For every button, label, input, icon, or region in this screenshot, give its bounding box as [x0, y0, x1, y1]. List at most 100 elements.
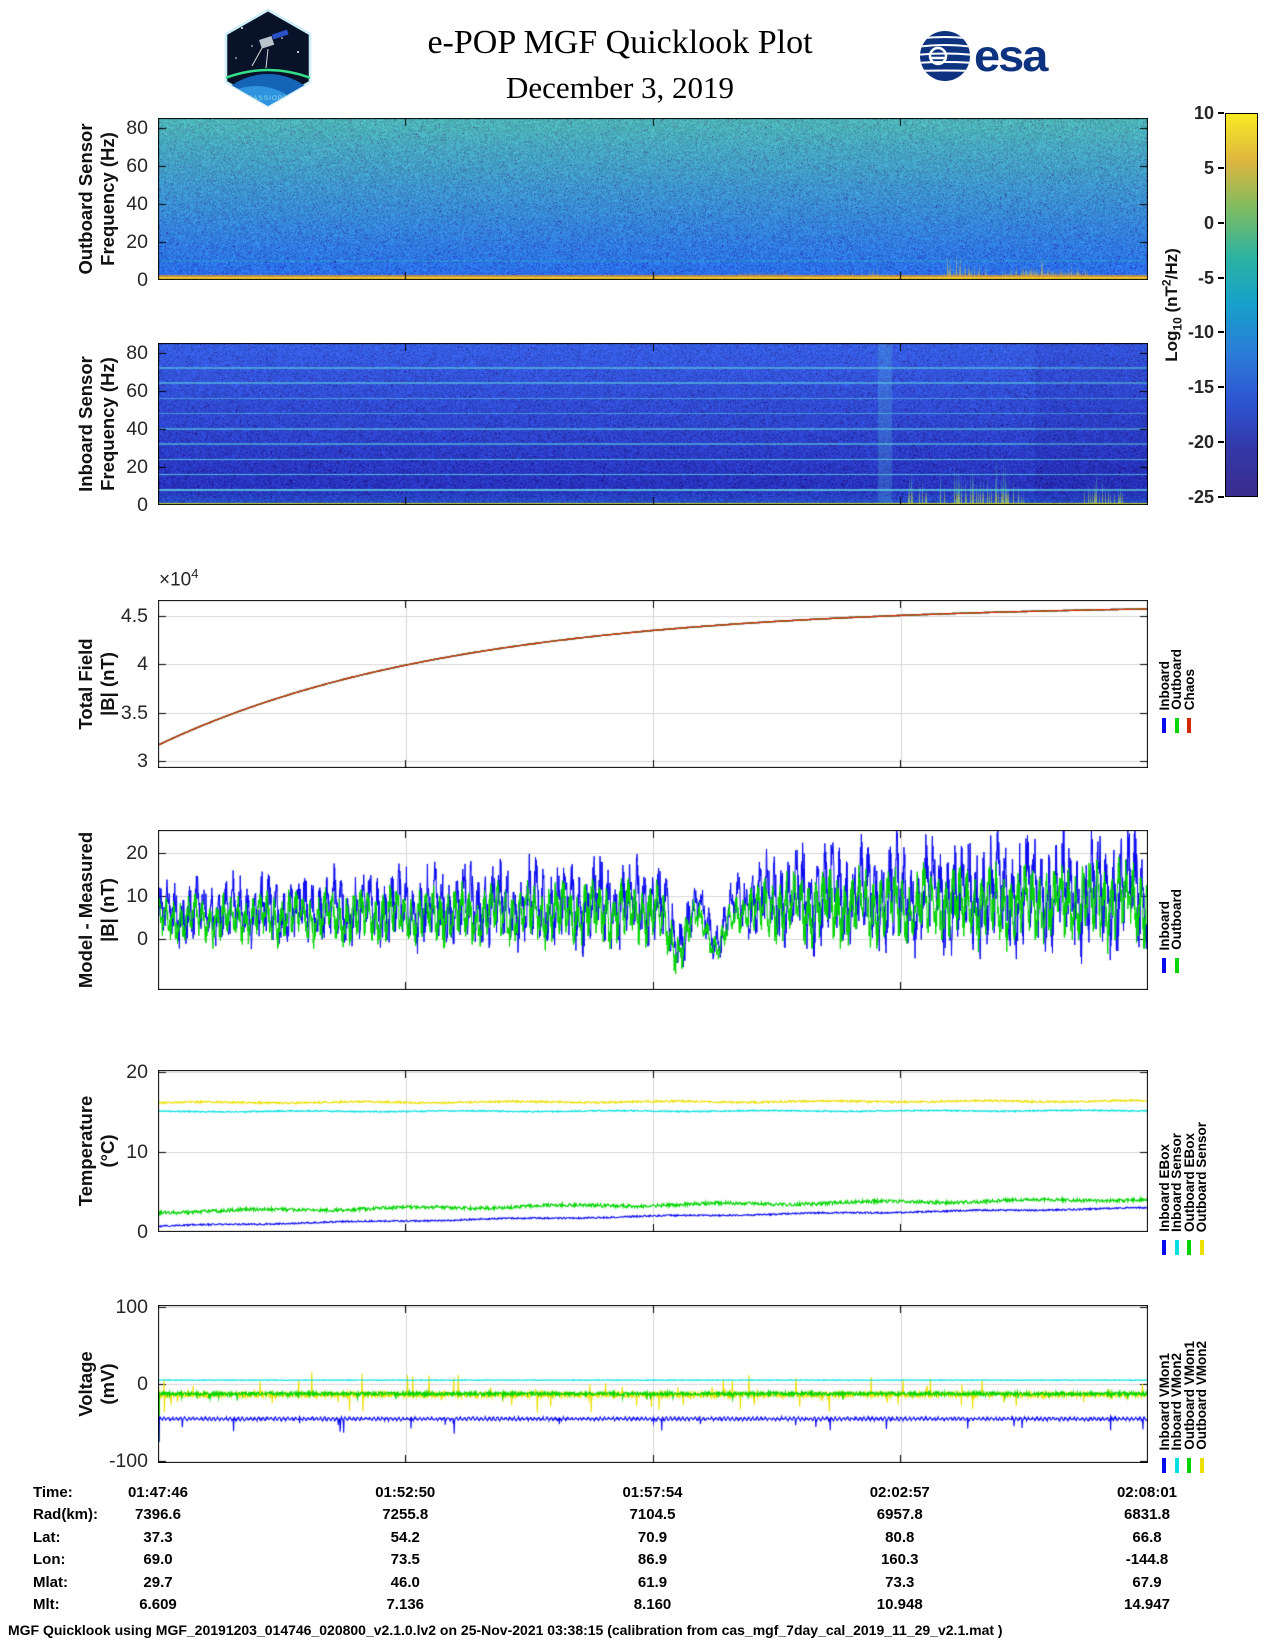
ephem-value: 73.3 — [885, 1573, 915, 1591]
ephem-value: 10.948 — [876, 1596, 923, 1613]
ephem-row-label: Mlt: — [33, 1596, 60, 1613]
colorbar-tick-label: -20 — [1187, 432, 1214, 453]
total-field-canvas — [158, 600, 1148, 768]
date-subtitle: December 3, 2019 — [505, 70, 735, 105]
legend-swatch-outboard-vmon1 — [1187, 1458, 1191, 1473]
ephem-value: 7396.6 — [135, 1506, 181, 1524]
legend-label: Outboard VMon2 — [1194, 1341, 1209, 1450]
colorbar-tick-mark — [1218, 112, 1224, 114]
ytick-label-panel3: 0 — [137, 927, 148, 950]
ytick-label-panel1: 0 — [137, 494, 148, 516]
colorbar-tick-mark — [1218, 496, 1224, 498]
ytick-label-panel2: 4 — [137, 653, 148, 676]
ytick-label-panel1: 40 — [126, 417, 148, 440]
ytick-label-panel0: 20 — [126, 230, 148, 253]
ephem-value: 14.947 — [1124, 1596, 1170, 1613]
ephem-value: 29.7 — [143, 1573, 173, 1591]
ephem-value: 86.9 — [637, 1551, 668, 1569]
colorbar-tick-mark — [1218, 221, 1224, 224]
ytick-label-panel2: 4.5 — [120, 604, 148, 627]
ephem-row-label: Lon: — [33, 1551, 66, 1569]
colorbar-tick-mark — [1218, 331, 1224, 334]
legend-swatch-outboard-sensor — [1199, 1240, 1204, 1255]
ephem-value: -144.8 — [1125, 1551, 1169, 1569]
legend-item-outboard-sensor: Outboard Sensor — [1194, 1070, 1209, 1232]
footer-caption: MGF Quicklook using MGF_20191203_014746_… — [8, 1622, 1003, 1638]
legend-swatch-inboard-vmon2 — [1174, 1458, 1179, 1473]
ytick-label-panel5: 100 — [115, 1295, 148, 1318]
ephem-value: 67.9 — [1132, 1573, 1162, 1591]
ytick-label-panel0: 60 — [126, 154, 148, 177]
legend-swatch-inboard — [1162, 718, 1166, 733]
esa-wordmark: esa — [974, 30, 1048, 81]
ephem-value: 80.8 — [885, 1528, 915, 1546]
ephem-value: 8.160 — [633, 1596, 672, 1613]
ephem-value: 66.8 — [1132, 1528, 1162, 1546]
legend-swatch-inboard-vmon1 — [1162, 1458, 1166, 1473]
ephem-value: 73.5 — [390, 1551, 420, 1569]
colorbar-tick-mark — [1218, 276, 1224, 279]
legend-label: Outboard — [1169, 889, 1184, 950]
legend-swatch-outboard — [1174, 958, 1179, 973]
ytick-label-panel5: -100 — [108, 1450, 148, 1473]
colorbar-tick-label: -10 — [1187, 322, 1214, 343]
legend-label: Outboard Sensor — [1194, 1121, 1209, 1232]
ephem-value: 02:02:57 — [869, 1484, 930, 1501]
legend-swatch-inboard-ebox — [1162, 1240, 1166, 1255]
ephem-value: 61.9 — [637, 1573, 668, 1591]
ephem-value: 37.3 — [143, 1528, 173, 1546]
ephem-value: 01:57:54 — [622, 1484, 683, 1501]
ephem-value: 6957.8 — [876, 1506, 923, 1524]
colorbar-tick-label: 0 — [1203, 212, 1214, 233]
ytick-label-panel2: 3.5 — [120, 701, 148, 724]
ytick-label-panel1: 80 — [126, 341, 148, 364]
ytick-label-panel1: 20 — [126, 455, 148, 478]
ephem-value: 01:47:46 — [127, 1484, 189, 1501]
ephem-value: 01:52:50 — [375, 1484, 436, 1501]
voltage-canvas — [158, 1305, 1148, 1463]
legend-swatch-inboard — [1162, 958, 1166, 973]
colorbar-label: Log10 (nT2/Hz) — [1159, 248, 1185, 362]
ytick-label-panel0: 0 — [137, 269, 148, 291]
legend-swatch-outboard-vmon2 — [1199, 1458, 1204, 1473]
ytick-label-panel0: 40 — [126, 192, 148, 215]
temperature-canvas — [158, 1070, 1148, 1232]
ytick-label-panel3: 10 — [126, 885, 148, 908]
colorbar-tick-label: 5 — [1203, 157, 1214, 178]
mgf-quicklook-figure: CASSIOPE e-POP MGF Quicklook Plot Decemb… — [0, 0, 1275, 1650]
colorbar-tick-label: -15 — [1187, 377, 1214, 398]
colorbar-tick-mark — [1218, 441, 1224, 444]
colorbar-tick-mark — [1218, 386, 1224, 389]
ytick-label-panel5: 0 — [137, 1373, 148, 1395]
ephem-value: 46.0 — [390, 1573, 420, 1591]
legend-item-chaos: Chaos — [1182, 600, 1197, 710]
ephem-value: 7.136 — [386, 1596, 425, 1613]
ephem-value: 6.609 — [139, 1596, 177, 1613]
ephem-value: 54.2 — [390, 1528, 420, 1546]
colorbar-tick-mark — [1218, 166, 1224, 169]
ephem-value: 70.9 — [637, 1528, 668, 1546]
ytick-label-panel2: 3 — [137, 750, 148, 773]
ytick-label-panel3: 20 — [126, 842, 148, 865]
colorbar-tick-label: -5 — [1197, 267, 1214, 288]
ephem-value: 02:08:01 — [1116, 1484, 1178, 1501]
esa-globe-icon — [920, 30, 970, 81]
ytick-label-panel4: 20 — [126, 1061, 148, 1084]
legend-swatch-outboard-ebox — [1187, 1240, 1191, 1255]
colorbar — [1225, 113, 1258, 497]
legend-swatch-inboard-sensor — [1174, 1240, 1179, 1255]
outboard-spectrogram-canvas — [158, 118, 1148, 280]
ytick-label-panel4: 10 — [126, 1141, 148, 1164]
inboard-spectrogram-canvas — [158, 343, 1148, 505]
ephem-row-label: Lat: — [33, 1528, 61, 1546]
legend-item-outboard: Outboard — [1169, 830, 1184, 950]
legend-swatch-outboard — [1174, 718, 1179, 733]
ephem-value: 7255.8 — [382, 1506, 429, 1524]
page-title: e-POP MGF Quicklook Plot — [427, 24, 813, 61]
colorbar-tick-label: 10 — [1193, 103, 1214, 123]
legend-item-outboard-vmon2: Outboard VMon2 — [1194, 1305, 1209, 1450]
ephem-value: 6831.8 — [1124, 1506, 1170, 1524]
y-exponent-label: ×104 — [159, 566, 199, 591]
ytick-label-panel1: 60 — [126, 379, 148, 402]
colorbar-tick-label: -25 — [1187, 487, 1214, 507]
